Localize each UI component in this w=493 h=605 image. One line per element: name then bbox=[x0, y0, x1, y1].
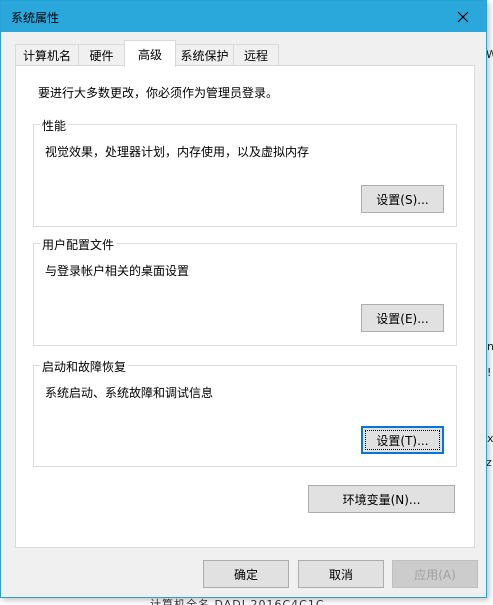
bg-fragment: x bbox=[487, 432, 493, 445]
bg-fragment: n bbox=[487, 340, 493, 353]
title-bar[interactable]: 系统属性 bbox=[1, 1, 486, 32]
admin-notice: 要进行大多数更改，你必须作为管理员登录。 bbox=[38, 86, 279, 100]
user-profiles-settings-button[interactable]: 设置(E)... bbox=[361, 304, 444, 332]
cancel-button[interactable]: 取消 bbox=[298, 560, 384, 588]
user-profiles-title: 用户配置文件 bbox=[40, 236, 117, 253]
performance-settings-button[interactable]: 设置(S)... bbox=[361, 185, 444, 213]
startup-recovery-description: 系统启动、系统故障和调试信息 bbox=[45, 386, 214, 400]
tab-advanced[interactable]: 高级 bbox=[124, 40, 176, 67]
user-profiles-description: 与登录帐户相关的桌面设置 bbox=[45, 264, 190, 278]
advanced-tab-panel: 要进行大多数更改，你必须作为管理员登录。 性能 视觉效果，处理器计划，内存使用，… bbox=[15, 65, 475, 548]
user-profiles-group: 用户配置文件 与登录帐户相关的桌面设置 设置(E)... bbox=[33, 236, 457, 346]
environment-variables-button[interactable]: 环境变量(N)... bbox=[308, 485, 455, 513]
startup-recovery-group: 启动和故障恢复 系统启动、系统故障和调试信息 设置(T)... bbox=[33, 358, 457, 467]
tab-system-protection[interactable]: 系统保护 bbox=[175, 44, 234, 66]
ok-button[interactable]: 确定 bbox=[203, 560, 289, 588]
startup-recovery-title: 启动和故障恢复 bbox=[40, 358, 129, 375]
performance-description: 视觉效果，处理器计划，内存使用，以及虚拟内存 bbox=[45, 145, 310, 159]
performance-title: 性能 bbox=[40, 117, 69, 134]
window-title: 系统属性 bbox=[11, 11, 60, 25]
close-button[interactable] bbox=[440, 1, 486, 32]
tab-computer-name[interactable]: 计算机名 bbox=[15, 44, 79, 66]
performance-group: 性能 视觉效果，处理器计划，内存使用，以及虚拟内存 设置(S)... bbox=[33, 117, 457, 227]
tab-strip: 计算机名 硬件 高级 系统保护 远程 bbox=[15, 40, 475, 67]
bg-fragment: W bbox=[486, 48, 493, 61]
close-icon bbox=[457, 11, 469, 22]
startup-recovery-settings-button[interactable]: 设置(T)... bbox=[361, 426, 444, 454]
tab-remote[interactable]: 远程 bbox=[233, 44, 279, 66]
apply-button[interactable]: 应用(A) bbox=[392, 560, 478, 588]
bg-fragment: ! bbox=[487, 366, 492, 379]
tab-hardware[interactable]: 硬件 bbox=[78, 44, 125, 66]
system-properties-dialog: 系统属性 计算机名 硬件 高级 系统保护 远程 要进行大多数更改，你必须作为管理… bbox=[0, 0, 487, 598]
